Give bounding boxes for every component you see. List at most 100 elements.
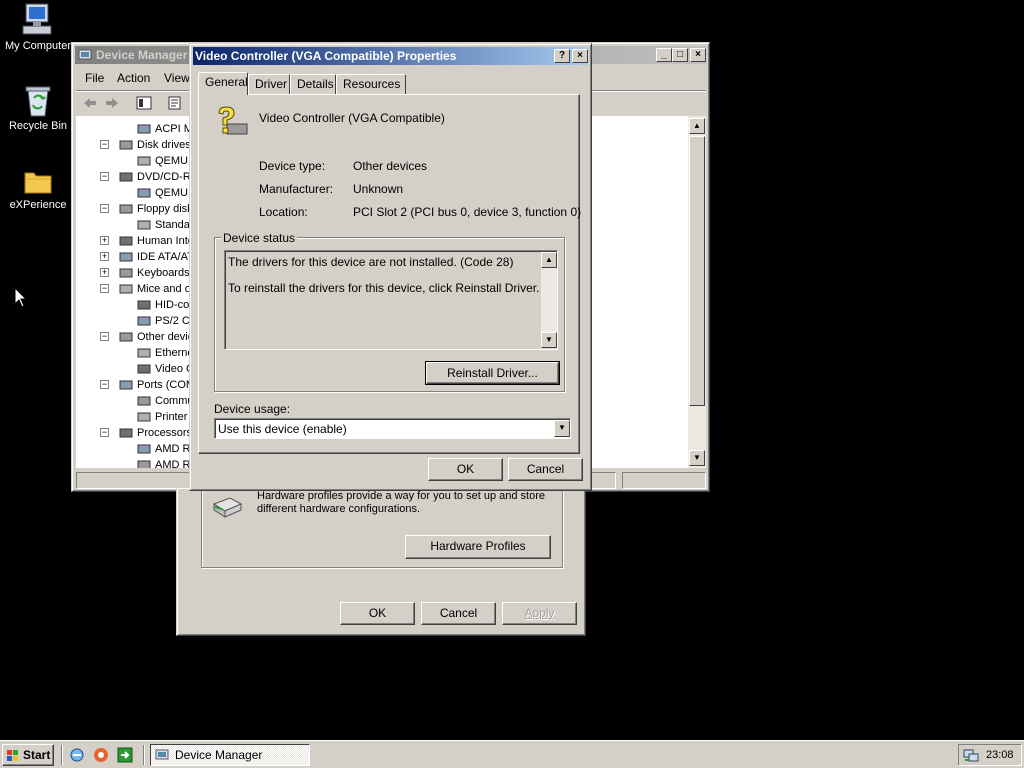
tree-expander[interactable]: − <box>100 284 109 293</box>
tree-expander[interactable]: − <box>100 332 109 341</box>
tree-item-label: PS/2 Co <box>155 315 190 327</box>
show-hide-tree-icon[interactable] <box>136 96 152 110</box>
dropdown-arrow-icon[interactable]: ▼ <box>554 420 570 437</box>
tree-expander[interactable]: + <box>100 252 109 261</box>
scroll-down-button[interactable]: ▼ <box>689 450 705 466</box>
properties-ok-button[interactable]: OK <box>428 458 503 481</box>
desktop-icon-my-computer[interactable]: My Computer <box>0 2 76 52</box>
tree-expander[interactable]: + <box>100 268 109 277</box>
menu-view[interactable]: View <box>164 71 190 85</box>
tree-item[interactable]: Keyboards <box>118 265 190 281</box>
mouse-cursor-icon <box>14 287 28 308</box>
tree-item[interactable]: AMD Ry <box>136 441 190 457</box>
tab-driver[interactable]: Driver <box>248 74 290 94</box>
tree-item[interactable]: AMD Ry <box>136 457 190 468</box>
tree-item[interactable]: Mice and ot <box>118 281 190 297</box>
maximize-button[interactable]: □ <box>672 48 688 62</box>
general-tab-page: Video Controller (VGA Compatible) Device… <box>198 94 582 454</box>
device-category-icon <box>137 300 151 310</box>
tree-expander[interactable]: + <box>100 236 109 245</box>
tree-item[interactable]: HID-con <box>136 297 190 313</box>
back-arrow-icon[interactable] <box>82 96 98 110</box>
tree-item[interactable]: Printer <box>136 409 190 425</box>
tree-item[interactable]: ACPI M <box>136 121 190 137</box>
tree-item[interactable]: QEMU H <box>136 153 190 169</box>
video-controller-properties-dialog: Video Controller (VGA Compatible) Proper… <box>189 43 592 491</box>
tree-item[interactable]: Processors <box>118 425 190 441</box>
desktop-icon-label: Recycle Bin <box>8 120 68 132</box>
system-properties-dialog: Hardware profiles provide a way for you … <box>176 484 586 636</box>
status-scroll-up-button[interactable]: ▲ <box>541 252 557 268</box>
quick-launch-browser-icon[interactable] <box>93 747 109 763</box>
device-name: Video Controller (VGA Compatible) <box>259 111 445 125</box>
device-category-icon <box>137 460 151 468</box>
properties-cancel-button[interactable]: Cancel <box>508 458 583 481</box>
tree-item[interactable]: Ports (COM <box>118 377 190 393</box>
help-button[interactable]: ? <box>554 49 570 63</box>
desktop-icon-recycle-bin[interactable]: Recycle Bin <box>0 84 76 132</box>
device-category-icon <box>137 316 151 326</box>
tree-expander[interactable]: − <box>100 140 109 149</box>
tree-item[interactable]: Etherne <box>136 345 190 361</box>
network-tray-icon[interactable] <box>963 748 979 762</box>
tree-expander[interactable]: − <box>100 204 109 213</box>
properties-close-button[interactable]: × <box>572 49 588 63</box>
minimize-button[interactable]: _ <box>656 48 672 62</box>
tree-item[interactable]: QEMU Q <box>136 185 190 201</box>
tree-expander[interactable]: − <box>100 172 109 181</box>
forward-arrow-icon[interactable] <box>104 96 120 110</box>
device-category-icon <box>119 332 133 342</box>
properties-title-bar[interactable]: Video Controller (VGA Compatible) Proper… <box>193 47 588 65</box>
device-usage-label: Device usage: <box>214 402 291 416</box>
back-ok-button[interactable]: OK <box>340 602 415 625</box>
device-category-icon <box>137 348 151 358</box>
properties-icon[interactable] <box>167 96 183 110</box>
device-category-icon <box>137 412 151 422</box>
device-category-icon <box>137 396 151 406</box>
menu-action[interactable]: Action <box>117 71 150 85</box>
scroll-thumb[interactable] <box>689 136 705 406</box>
tree-item[interactable]: Disk drives <box>118 137 190 153</box>
device-usage-select[interactable]: Use this device (enable) ▼ <box>214 418 571 439</box>
quick-launch-arrow-icon[interactable] <box>117 747 133 763</box>
back-cancel-button[interactable]: Cancel <box>421 602 496 625</box>
tab-resources[interactable]: Resources <box>336 74 406 94</box>
close-button[interactable]: × <box>690 48 706 62</box>
back-apply-button[interactable]: Apply <box>502 602 577 625</box>
location-value: PCI Slot 2 (PCI bus 0, device 3, functio… <box>353 205 582 219</box>
tree-item[interactable]: Human Inte <box>118 233 190 249</box>
tree-item[interactable]: IDE ATA/AT <box>118 249 190 265</box>
device-status-text-box[interactable]: The drivers for this device are not inst… <box>224 250 558 350</box>
system-tray: 23:08 <box>958 744 1022 766</box>
tab-general[interactable]: General <box>198 72 248 95</box>
device-usage-value: Use this device (enable) <box>218 422 347 436</box>
tab-details[interactable]: Details <box>290 74 336 94</box>
tree-item[interactable]: Floppy disk <box>118 201 190 217</box>
hardware-profiles-button[interactable]: Hardware Profiles <box>405 535 551 559</box>
tree-item[interactable]: Commu <box>136 393 190 409</box>
tree-item[interactable]: PS/2 Co <box>136 313 190 329</box>
start-button[interactable]: Start <box>2 744 54 766</box>
tree-item[interactable]: Standa <box>136 217 190 233</box>
tree-item[interactable]: Other devic <box>118 329 190 345</box>
start-label: Start <box>23 748 51 762</box>
tree-item-label: Printer <box>155 411 188 423</box>
location-label: Location: <box>259 205 308 219</box>
status-scroll-down-button[interactable]: ▼ <box>541 332 557 348</box>
tree-item-label: Etherne <box>155 347 190 359</box>
task-device-manager[interactable]: Device Manager <box>150 744 310 766</box>
desktop-icon-experience[interactable]: eXPerience <box>0 167 76 211</box>
tree-expander[interactable]: − <box>100 380 109 389</box>
tab-details-label: Details <box>297 77 334 91</box>
tree-item[interactable]: DVD/CD-RO <box>118 169 190 185</box>
tree-item[interactable]: Video C <box>136 361 190 377</box>
my-computer-icon <box>22 3 52 35</box>
scroll-up-button[interactable]: ▲ <box>689 118 705 134</box>
reinstall-driver-button[interactable]: Reinstall Driver... <box>425 361 560 385</box>
status-scrollbar[interactable]: ▲ ▼ <box>541 252 557 348</box>
vertical-scrollbar[interactable]: ▲ ▼ <box>688 116 706 468</box>
device-category-icon <box>137 364 151 374</box>
quick-launch-ie-icon[interactable] <box>69 747 85 763</box>
menu-file[interactable]: File <box>85 71 104 85</box>
tree-expander[interactable]: − <box>100 428 109 437</box>
